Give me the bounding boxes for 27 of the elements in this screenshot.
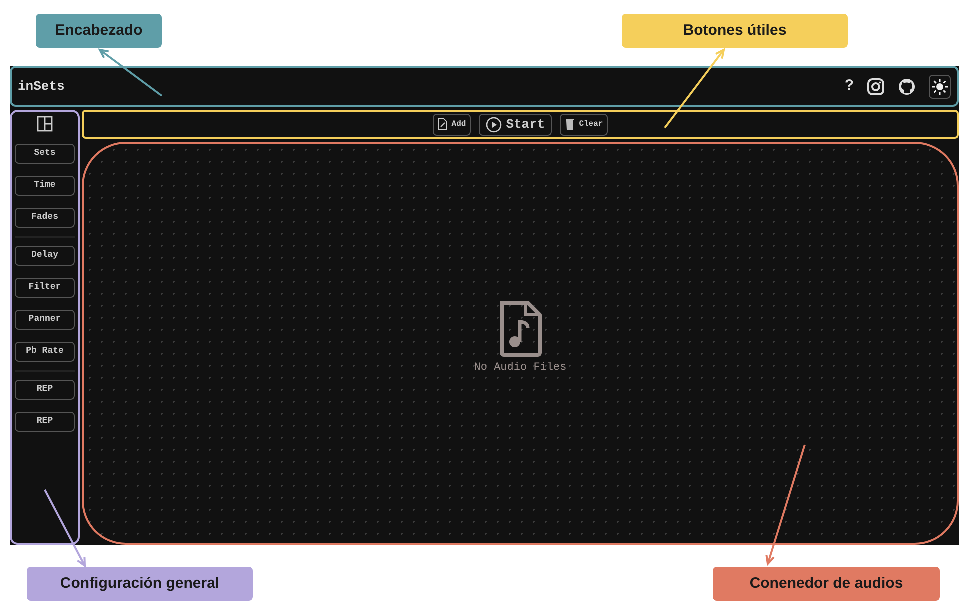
clear-button[interactable]: Clear [560, 114, 608, 136]
sidebar-button[interactable]: REP [15, 412, 75, 432]
theme-toggle-button[interactable] [929, 74, 951, 98]
add-button[interactable]: Add [432, 114, 472, 136]
instagram-icon[interactable] [867, 78, 885, 96]
sidebar-button[interactable]: Time [15, 176, 75, 196]
sidebar-button[interactable]: Sets [15, 144, 75, 164]
annotation-label: Botones útiles [622, 14, 848, 48]
trash-icon [565, 118, 576, 131]
annotation-label: Encabezado [36, 14, 162, 48]
sidebar-button[interactable]: Filter [15, 278, 75, 298]
layout-icon[interactable] [37, 116, 53, 132]
sidebar-button[interactable]: Delay [15, 246, 75, 266]
sun-icon [932, 78, 948, 94]
app-title: inSets [18, 78, 65, 96]
annotation-label: Configuración general [27, 567, 253, 601]
play-icon [486, 116, 502, 132]
sidebar-button[interactable]: Pb Rate [15, 342, 75, 362]
music-file-icon [498, 300, 544, 358]
sidebar-button[interactable]: Panner [15, 310, 75, 330]
start-button[interactable]: Start [479, 114, 552, 136]
empty-state-text: No Audio Files [474, 361, 567, 376]
github-icon[interactable] [898, 78, 916, 96]
sidebar-button[interactable]: Fades [15, 208, 75, 228]
help-button[interactable]: ? [844, 75, 854, 98]
sidebar-button[interactable]: REP [15, 380, 75, 400]
annotation-label: Conenedor de audios [713, 567, 940, 601]
